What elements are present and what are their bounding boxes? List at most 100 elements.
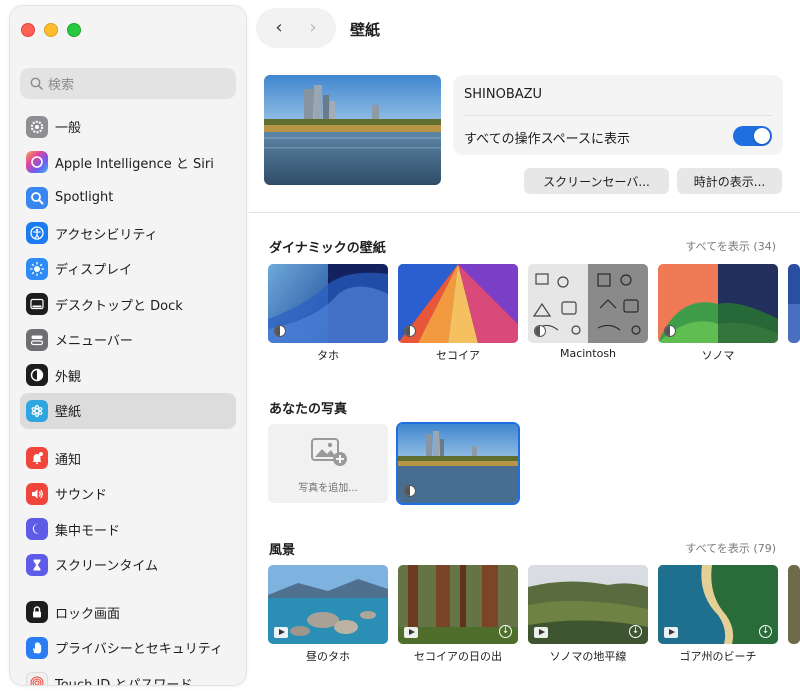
wallpaper-thumbnail-partial[interactable] (788, 565, 800, 644)
video-play-icon (404, 627, 418, 638)
landscape-show-all-link[interactable]: すべてを表示 (79) (685, 540, 776, 556)
photos-section-title: あなたの写真 (269, 402, 348, 417)
video-play-icon (274, 627, 288, 638)
add-photo-label: 写真を追加... (298, 483, 358, 494)
search-field[interactable]: 検索 (20, 68, 236, 99)
sidebar-item-label: サウンド (55, 488, 108, 504)
download-icon[interactable]: ↓ (629, 625, 642, 638)
clock-appearance-button[interactable]: 時計の表示... (677, 168, 782, 194)
sidebar-item-label: 一般 (55, 121, 82, 137)
sidebar-item-label: 壁紙 (55, 405, 82, 421)
landscape-section-title: 風景 (269, 543, 296, 558)
current-wallpaper-card: SHINOBAZU すべての操作スペースに表示 (453, 75, 783, 155)
sidebar-item-wallpaper[interactable]: 壁紙 (20, 393, 236, 429)
wallpaper-caption: ゴア州のビーチ (679, 650, 757, 663)
sidebar-item-label: ロック画面 (55, 606, 121, 622)
sidebar-item-label: ディスプレイ (55, 263, 133, 279)
privacy-hand-icon (26, 636, 48, 659)
minimize-window-button[interactable] (44, 23, 58, 37)
close-window-button[interactable] (21, 23, 35, 37)
spotlight-icon (26, 186, 48, 209)
wallpaper-caption: セコイアの日の出 (414, 650, 502, 663)
sidebar-item-notifications[interactable]: 通知 (20, 441, 236, 477)
gear-icon (26, 115, 48, 138)
sidebar-item-label: プライバシーとセキュリティ (55, 642, 223, 658)
wallpaper-caption: 昼のタホ (306, 650, 350, 663)
sidebar-nav: 一般 Apple Intelligence と Siri Spotlight ア… (20, 109, 236, 686)
download-icon[interactable]: ↓ (759, 625, 772, 638)
sidebar-item-label: Apple Intelligence と Siri (55, 156, 214, 172)
menubar-icon (26, 328, 48, 351)
forward-button[interactable]: › (309, 19, 316, 37)
accessibility-icon (26, 222, 48, 245)
sidebar-item-label: Touch ID とパスワード (55, 677, 193, 686)
current-wallpaper-preview (264, 75, 441, 185)
display-brightness-icon (26, 257, 48, 280)
wallpaper-caption: Macintosh (559, 347, 617, 360)
search-placeholder: 検索 (48, 78, 75, 93)
add-photo-icon (311, 438, 347, 466)
zoom-window-button[interactable] (67, 23, 81, 37)
sidebar-item-displays[interactable]: ディスプレイ (20, 251, 236, 287)
dynamic-badge-icon (664, 325, 676, 337)
navigation-pill: ‹ › (256, 8, 336, 48)
sidebar-item-touch-id[interactable]: Touch ID とパスワード (20, 666, 236, 686)
sound-icon (26, 482, 48, 505)
dynamic-section-title: ダイナミックの壁紙 (269, 241, 386, 256)
sidebar-item-appearance[interactable]: 外観 (20, 358, 236, 394)
sidebar-item-lock-screen[interactable]: ロック画面 (20, 595, 236, 631)
search-icon (30, 77, 43, 90)
add-photo-button[interactable]: 写真を追加... (268, 424, 388, 503)
sidebar-item-label: デスクトップと Dock (55, 298, 183, 314)
lock-icon (26, 601, 48, 624)
show-all-spaces-toggle[interactable] (733, 126, 772, 146)
touch-id-icon (26, 672, 48, 685)
wallpaper-thumbnail-goa-beach[interactable]: ↓ (658, 565, 778, 644)
sidebar-item-privacy-security[interactable]: プライバシーとセキュリティ (20, 630, 236, 666)
sidebar-item-label: 外観 (55, 369, 82, 385)
wallpaper-icon (26, 399, 48, 422)
focus-moon-icon (26, 518, 48, 541)
sidebar-item-general[interactable]: 一般 (20, 109, 236, 145)
wallpaper-thumbnail-sequoia-sunrise[interactable]: ↓ (398, 565, 518, 644)
sidebar-item-sound[interactable]: サウンド (20, 476, 236, 512)
wallpaper-caption: タホ (317, 349, 339, 362)
wallpaper-thumbnail-partial[interactable] (788, 264, 800, 343)
photo-thumbnail-selected[interactable] (396, 422, 520, 505)
wallpaper-thumbnail-sonoma[interactable] (658, 264, 778, 343)
page-title: 壁紙 (350, 21, 381, 39)
sidebar-item-label: Spotlight (55, 190, 114, 206)
window-controls (21, 23, 81, 37)
sidebar-item-focus[interactable]: 集中モード (20, 512, 236, 548)
sidebar-item-screen-time[interactable]: スクリーンタイム (20, 547, 236, 583)
apple-intelligence-icon (26, 151, 48, 174)
sidebar: 検索 一般 Apple Intelligence と Siri Spotligh… (9, 5, 247, 686)
wallpaper-thumbnail-macintosh[interactable] (528, 264, 648, 343)
download-icon[interactable]: ↓ (499, 625, 512, 638)
sidebar-item-menubar[interactable]: メニューバー (20, 322, 236, 358)
dynamic-show-all-link[interactable]: すべてを表示 (34) (685, 238, 776, 254)
wallpaper-thumbnail-sonoma-horizon[interactable]: ↓ (528, 565, 648, 644)
wallpaper-thumbnail-tahoe-day[interactable] (268, 565, 388, 644)
wallpaper-name: SHINOBAZU (464, 87, 543, 102)
video-play-icon (534, 627, 548, 638)
screen-time-icon (26, 553, 48, 576)
wallpaper-thumbnail-tahoe[interactable] (268, 264, 388, 343)
dynamic-badge-icon (534, 325, 546, 337)
back-button[interactable]: ‹ (275, 19, 282, 37)
sidebar-item-apple-intelligence[interactable]: Apple Intelligence と Siri (20, 145, 236, 181)
wallpaper-caption: ソノマの地平線 (549, 650, 627, 663)
dynamic-badge-icon (274, 325, 286, 337)
video-play-icon (664, 627, 678, 638)
sidebar-item-spotlight[interactable]: Spotlight (20, 180, 236, 216)
screensaver-button[interactable]: スクリーンセーバ... (524, 168, 669, 194)
wallpaper-caption: セコイア (436, 349, 480, 362)
sidebar-item-desktop-dock[interactable]: デスクトップと Dock (20, 287, 236, 323)
section-divider (249, 212, 800, 213)
sidebar-item-label: 集中モード (55, 523, 121, 539)
sidebar-item-accessibility[interactable]: アクセシビリティ (20, 216, 236, 252)
wallpaper-thumbnail-sequoia[interactable] (398, 264, 518, 343)
notifications-icon (26, 447, 48, 470)
